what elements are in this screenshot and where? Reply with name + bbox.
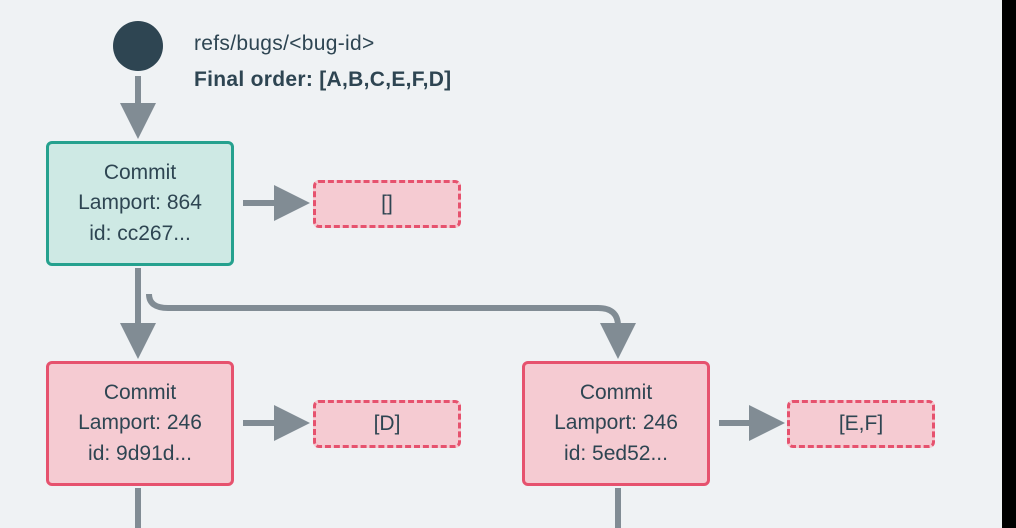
ops-box-right: [E,F] [787, 400, 935, 448]
ops-content: [] [381, 192, 393, 216]
arrow-top-to-right [149, 294, 618, 350]
commit-lamport: Lamport: 246 [59, 408, 221, 438]
commit-id: id: 9d91d... [59, 439, 221, 469]
ref-path-label: refs/bugs/<bug-id> [194, 32, 375, 56]
ref-head-dot [113, 21, 163, 71]
commit-node-top: Commit Lamport: 864 id: cc267... [46, 141, 234, 266]
commit-id: id: cc267... [59, 219, 221, 249]
commit-title: Commit [59, 378, 221, 408]
commit-lamport: Lamport: 864 [59, 188, 221, 218]
final-order-label: Final order: [A,B,C,E,F,D] [194, 68, 451, 92]
commit-title: Commit [535, 378, 697, 408]
commit-lamport: Lamport: 246 [535, 408, 697, 438]
commit-node-left: Commit Lamport: 246 id: 9d91d... [46, 361, 234, 486]
diagram-canvas: refs/bugs/<bug-id> Final order: [A,B,C,E… [0, 0, 1002, 528]
commit-title: Commit [59, 158, 221, 188]
commit-id: id: 5ed52... [535, 439, 697, 469]
ops-box-top: [] [313, 180, 461, 228]
commit-node-right: Commit Lamport: 246 id: 5ed52... [522, 361, 710, 486]
ops-box-left: [D] [313, 400, 461, 448]
ops-content: [D] [374, 412, 401, 436]
ops-content: [E,F] [839, 412, 883, 436]
